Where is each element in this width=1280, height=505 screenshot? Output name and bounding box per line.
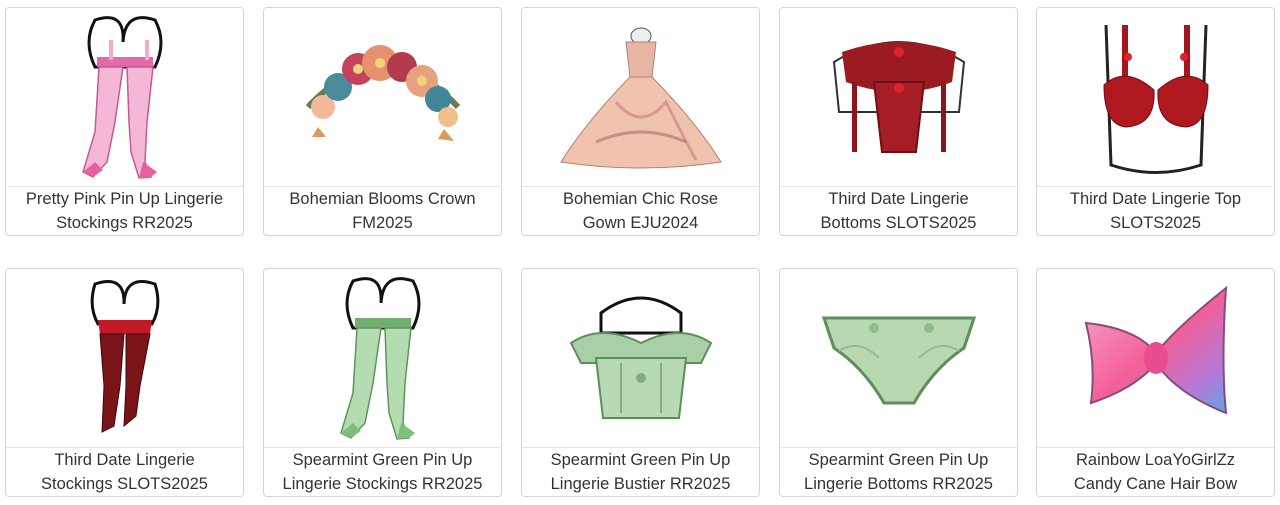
pink-stockings-icon (6, 8, 243, 186)
rainbow-bow-icon (1037, 269, 1274, 447)
flower-crown-icon (264, 8, 501, 186)
item-card[interactable]: Third Date Lingerie Bottoms SLOTS2025 (779, 7, 1018, 236)
item-title: Spearmint Green Pin Up Lingerie Bustier R… (522, 447, 759, 496)
item-card[interactable]: Pretty Pink Pin Up Lingerie Stockings RR2… (5, 7, 244, 236)
green-bottoms-icon (780, 269, 1017, 447)
item-card[interactable]: Spearmint Green Pin Up Lingerie Stockings… (263, 268, 502, 497)
item-card[interactable]: Rainbow LoaYoGirlZz Candy Cane Hair Bow (1036, 268, 1275, 497)
item-title: Spearmint Green Pin Up Lingerie Bottoms R… (780, 447, 1017, 496)
item-title: Bohemian Blooms Crown FM2025 (264, 186, 501, 235)
item-title: Rainbow LoaYoGirlZz Candy Cane Hair Bow (1037, 447, 1274, 496)
item-card[interactable]: Spearmint Green Pin Up Lingerie Bottoms R… (779, 268, 1018, 497)
item-title: Third Date Lingerie Bottoms SLOTS2025 (780, 186, 1017, 235)
item-title: Spearmint Green Pin Up Lingerie Stockings… (264, 447, 501, 496)
item-title: Bohemian Chic Rose Gown EJU2024 (522, 186, 759, 235)
rose-gown-icon (522, 8, 759, 186)
item-card[interactable]: Bohemian Blooms Crown FM2025 (263, 7, 502, 236)
item-card[interactable]: Third Date Lingerie Top SLOTS2025 (1036, 7, 1275, 236)
item-grid: Pretty Pink Pin Up Lingerie Stockings RR2… (0, 0, 1280, 505)
red-garter-bottoms-icon (780, 8, 1017, 186)
item-title: Third Date Lingerie Top SLOTS2025 (1037, 186, 1274, 235)
red-bra-top-icon (1037, 8, 1274, 186)
item-card[interactable]: Third Date Lingerie Stockings SLOTS2025 (5, 268, 244, 497)
green-bustier-icon (522, 269, 759, 447)
item-card[interactable]: Spearmint Green Pin Up Lingerie Bustier R… (521, 268, 760, 497)
green-stockings-icon (264, 269, 501, 447)
item-title: Pretty Pink Pin Up Lingerie Stockings RR2… (6, 186, 243, 235)
item-card[interactable]: Bohemian Chic Rose Gown EJU2024 (521, 7, 760, 236)
red-stockings-icon (6, 269, 243, 447)
item-title: Third Date Lingerie Stockings SLOTS2025 (6, 447, 243, 496)
